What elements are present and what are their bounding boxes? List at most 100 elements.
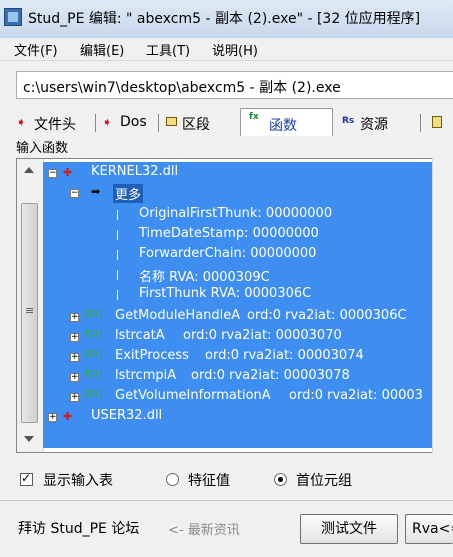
tree-node-dll[interactable]: + ✚ USER32.dll (43, 408, 443, 428)
tab-divider (158, 114, 159, 132)
imports-group-label: 输入函数 (16, 141, 69, 156)
tab-sections-label: 区段 (182, 117, 210, 133)
detail-text: FirstThunk RVA: 0000306C (139, 286, 312, 301)
file-path-field[interactable]: c:\users\win7\desktop\abexcm5 - 副本 (2).e… (16, 71, 453, 99)
function-name: ExitProcess (115, 348, 189, 363)
visit-forum-link[interactable]: 拜访 Stud_PE 论坛 (18, 518, 139, 538)
menu-edit[interactable]: 编辑(E) (80, 40, 124, 59)
app-icon (4, 8, 22, 26)
tab-file-header[interactable]: ➧ 文件头 (14, 110, 94, 134)
function-name: lstrcatA (115, 328, 165, 343)
expand-icon[interactable]: + (70, 333, 79, 342)
function-info: ord:0 rva2iat: 00003078 (191, 368, 350, 383)
tree-node-function[interactable]: + f(X) GetVolumeInformationA ord:0 rva2i… (43, 388, 447, 408)
tree-detail[interactable]: FirstThunk RVA: 0000306C (43, 286, 443, 306)
tab-file-header-label: 文件头 (34, 117, 76, 133)
menu-tools[interactable]: 工具(T) (146, 40, 190, 59)
first-tuple-radio[interactable] (274, 473, 287, 486)
rva-converter-button[interactable]: Rva<=> (405, 514, 453, 544)
show-import-table-label[interactable]: 显示输入表 (43, 470, 113, 490)
show-import-table-checkbox[interactable] (20, 471, 33, 486)
tab-divider (420, 114, 421, 132)
bottom-bar: 拜访 Stud_PE 论坛 <- 最新资讯 测试文件 Rva<=> (0, 503, 453, 557)
tree-detail[interactable]: 名称 RVA: 0000309C (43, 266, 443, 286)
dll-icon: ✚ (63, 410, 73, 423)
title-bar: Stud_PE 编辑: " abexcm5 - 副本 (2).exe" - [3… (0, 0, 453, 39)
menu-bar: 文件(F) 编辑(E) 工具(T) 说明(H) (0, 38, 453, 61)
dll-name: KERNEL32.dll (91, 164, 179, 179)
red-arrow-icon: ➧ (16, 115, 27, 129)
tab-dos[interactable]: ➧ Dos (100, 110, 154, 134)
tab-sections[interactable]: 区段 (164, 110, 234, 134)
function-info: ord:0 rva2iat: 00003 (289, 388, 423, 403)
tab-functions[interactable]: fx 函数 (240, 108, 333, 136)
function-info: ord:0 rva2iat: 00003070 (183, 328, 342, 343)
tree-scrollbar-right[interactable] (432, 158, 453, 453)
feature-value-label[interactable]: 特征值 (188, 470, 230, 490)
tab-dos-label: Dos (120, 114, 147, 130)
dll-icon: ✚ (63, 166, 73, 179)
tree-node-function[interactable]: + f(X) ExitProcess ord:0 rva2iat: 000030… (43, 348, 447, 368)
dll-name: USER32.dll (91, 408, 163, 423)
arrow-icon: ➡ (91, 185, 101, 198)
scroll-down-arrow-icon[interactable] (24, 436, 34, 442)
feature-value-radio[interactable] (166, 473, 179, 486)
fx-icon: fx (249, 112, 259, 122)
options-bar: 显示输入表 特征值 首位元组 (0, 462, 453, 498)
function-icon: f(X) (85, 329, 104, 340)
tab-resources[interactable]: Rs 资源 (340, 110, 416, 134)
detail-text: ForwarderChain: 00000000 (139, 246, 317, 261)
tab-more[interactable] (428, 110, 453, 134)
function-icon: f(X) (85, 349, 104, 360)
menu-file[interactable]: 文件(F) (14, 40, 58, 59)
leaf-marker (117, 210, 118, 220)
tree-node-function[interactable]: + f(X) lstrcmpiA ord:0 rva2iat: 00003078 (43, 368, 447, 388)
test-file-button[interactable]: 测试文件 (300, 514, 398, 544)
menu-help[interactable]: 说明(H) (212, 40, 258, 59)
leaf-marker (117, 290, 118, 300)
function-icon: f(X) (85, 309, 104, 320)
function-name: lstrcmpiA (115, 368, 177, 383)
resource-icon: Rs (342, 116, 355, 126)
imports-tree[interactable]: − ✚ KERNEL32.dll − ➡ 更多 OriginalFirstThu… (16, 158, 448, 453)
latest-news-label: <- 最新资讯 (168, 523, 240, 538)
tab-partial-icon (432, 116, 442, 128)
tree-node-function[interactable]: + f(X) GetModuleHandleA ord:0 rva2iat: 0… (43, 308, 447, 328)
expand-icon[interactable]: + (70, 353, 79, 362)
scroll-up-arrow-icon[interactable] (24, 167, 34, 173)
function-icon: f(X) (85, 369, 104, 380)
detail-text: 名称 RVA: 0000309C (139, 270, 270, 285)
function-name: GetModuleHandleA (115, 308, 241, 323)
tree-content: − ✚ KERNEL32.dll − ➡ 更多 OriginalFirstThu… (43, 162, 447, 448)
more-label: 更多 (113, 184, 144, 203)
tab-resources-label: 资源 (360, 117, 388, 133)
function-name: GetVolumeInformationA (115, 388, 271, 403)
first-tuple-label[interactable]: 首位元组 (296, 470, 352, 490)
tree-node-function[interactable]: + f(X) lstrcatA ord:0 rva2iat: 00003070 (43, 328, 447, 348)
expand-icon[interactable]: + (48, 413, 57, 422)
divider (0, 500, 453, 501)
tree-node-more[interactable]: − ➡ 更多 (43, 184, 443, 204)
function-info: ord:0 rva2iat: 00003074 (205, 348, 364, 363)
tree-detail[interactable]: OriginalFirstThunk: 00000000 (43, 206, 443, 226)
tab-divider (95, 114, 96, 132)
collapse-icon[interactable]: − (48, 169, 57, 178)
tree-node-dll[interactable]: − ✚ KERNEL32.dll (43, 164, 443, 184)
expand-icon[interactable]: + (70, 393, 79, 402)
collapse-icon[interactable]: − (70, 189, 79, 198)
detail-text: TimeDateStamp: 00000000 (139, 226, 319, 241)
tab-bar: ➧ 文件头 ➧ Dos 区段 fx 函数 Rs 资源 (0, 108, 453, 136)
leaf-marker (117, 250, 118, 260)
scroll-thumb[interactable] (21, 203, 38, 423)
expand-icon[interactable]: + (70, 313, 79, 322)
window-title: Stud_PE 编辑: " abexcm5 - 副本 (2).exe" - [3… (28, 11, 421, 27)
leaf-marker (117, 230, 118, 240)
tree-detail[interactable]: ForwarderChain: 00000000 (43, 246, 443, 266)
tab-functions-label: 函数 (269, 118, 297, 134)
file-path-text: c:\users\win7\desktop\abexcm5 - 副本 (2).e… (23, 80, 341, 96)
red-arrow-icon: ➧ (102, 115, 113, 129)
tree-detail[interactable]: TimeDateStamp: 00000000 (43, 226, 443, 246)
tree-scrollbar-left[interactable] (17, 159, 44, 452)
expand-icon[interactable]: + (70, 373, 79, 382)
leaf-marker (117, 270, 118, 280)
